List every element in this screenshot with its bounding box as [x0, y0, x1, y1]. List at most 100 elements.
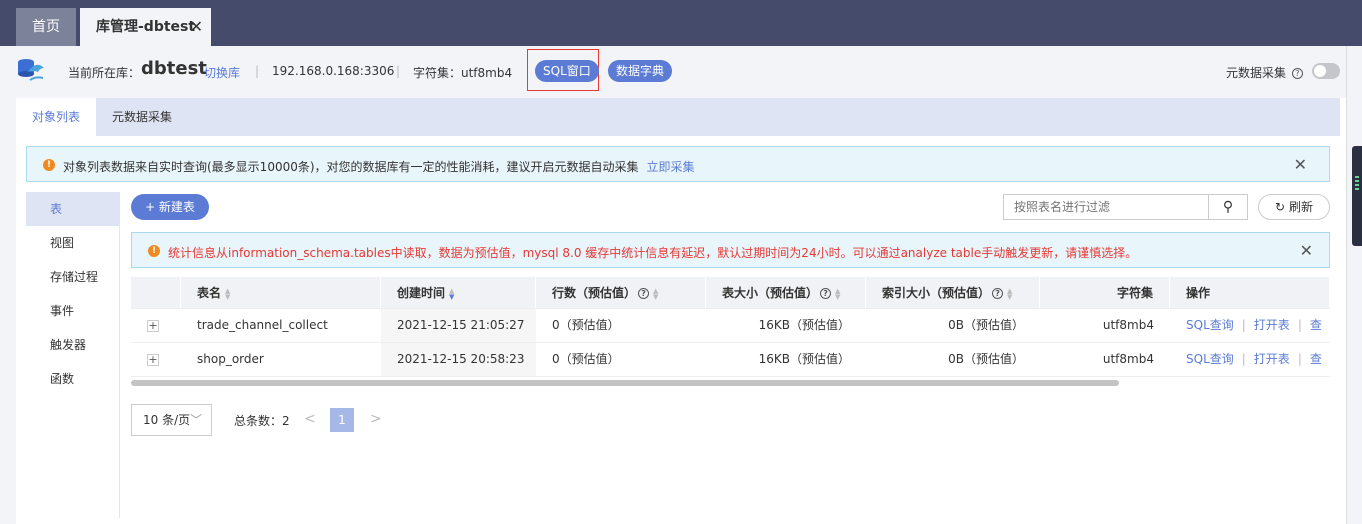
data-dictionary-button[interactable]: 数据字典: [608, 60, 673, 82]
tab-home[interactable]: 首页: [16, 8, 76, 46]
sql-query-link[interactable]: SQL查询: [1186, 352, 1234, 366]
sort-icon[interactable]: ▲ ▼: [1007, 287, 1012, 300]
new-table-button[interactable]: + 新建表: [131, 194, 209, 220]
cell-rows: 0（预估值）: [552, 352, 620, 366]
header-charset: 字符集: [1040, 277, 1170, 308]
view-link[interactable]: 查: [1310, 352, 1322, 366]
search-icon[interactable]: ⚲: [1208, 194, 1248, 220]
notice-message: 对象列表数据来自实时查询(最多显示10000条)，对您的数据库有一定的性能消耗，…: [63, 160, 639, 174]
close-icon[interactable]: ✕: [1294, 155, 1307, 174]
chevron-left-icon[interactable]: <: [304, 411, 316, 427]
sidebar-item-procedure[interactable]: 存储过程: [26, 260, 120, 294]
header-name[interactable]: 表名 ▲ ▼: [181, 277, 381, 308]
statistics-notice-text: 统计信息从information_schema.tables中读取，数据为预估值…: [168, 246, 1138, 260]
statistics-notice: ! 统计信息从information_schema.tables中读取，数据为预…: [131, 232, 1330, 268]
cell-index-size: 0B（预估值）: [948, 352, 1024, 366]
database-dolphin-icon: [18, 59, 44, 81]
header-actions: 操作: [1170, 277, 1330, 308]
table-row: + trade_channel_collect 2021-12-15 21:05…: [131, 309, 1330, 343]
header-rows-label: 行数（预估值）: [552, 286, 637, 300]
notice-text: 对象列表数据来自实时查询(最多显示10000条)，对您的数据库有一定的性能消耗，…: [63, 158, 695, 175]
expand-icon[interactable]: +: [147, 354, 159, 366]
open-table-link[interactable]: 打开表: [1254, 318, 1290, 332]
table-list: 表名 ▲ ▼ 创建时间 ▲ ▼ 行数（预估值）? ▲ ▼ 表大小（预估值）? ▲ ▼ 索引大小（…: [131, 277, 1330, 377]
sql-window-button[interactable]: SQL窗口: [535, 60, 599, 82]
close-icon[interactable]: ✕: [190, 8, 203, 46]
sidebar-item-event[interactable]: 事件: [26, 294, 120, 328]
tab-meta-collect[interactable]: 元数据采集: [96, 98, 188, 136]
tab-db-management[interactable]: 库管理-dbtest ✕: [80, 8, 211, 46]
grip-mark: [1355, 176, 1359, 178]
help-icon[interactable]: ?: [820, 288, 832, 299]
sidebar-item-trigger[interactable]: 触发器: [26, 328, 120, 362]
divider: |: [1241, 352, 1246, 366]
realtime-query-notice: ! 对象列表数据来自实时查询(最多显示10000条)，对您的数据库有一定的性能消…: [26, 146, 1330, 182]
sql-query-link[interactable]: SQL查询: [1186, 318, 1234, 332]
view-link[interactable]: 查: [1310, 318, 1322, 332]
divider: |: [1297, 318, 1302, 332]
grip-mark: [1355, 188, 1359, 190]
sort-icon[interactable]: ▲ ▼: [653, 287, 658, 300]
sidebar-item-view[interactable]: 视图: [26, 226, 120, 260]
expand-icon[interactable]: +: [147, 320, 159, 332]
cell-created: 2021-12-15 21:05:27: [381, 309, 536, 342]
cell-index-size: 0B（预估值）: [948, 318, 1024, 332]
page-size-select[interactable]: 10 条/页﹀: [131, 404, 212, 436]
help-icon[interactable]: ?: [992, 288, 1004, 299]
meta-collect-label: 元数据采集 ?: [1226, 64, 1303, 81]
cell-name: shop_order: [197, 352, 264, 366]
total-count: 总条数：2: [234, 414, 290, 428]
header-index-size-label: 索引大小（预估值）: [882, 286, 991, 300]
warning-icon: !: [43, 159, 55, 171]
sort-icon[interactable]: ▲ ▼: [835, 287, 840, 300]
cell-charset: utf8mb4: [1102, 318, 1154, 332]
header-expand: [131, 277, 181, 308]
db-charset: 字符集：utf8mb4: [413, 66, 513, 80]
header-name-label: 表名: [197, 286, 222, 300]
db-name: dbtest: [141, 58, 207, 79]
refresh-icon: ↻: [1275, 200, 1286, 214]
divider: |: [396, 64, 401, 78]
help-icon[interactable]: ?: [1291, 68, 1303, 79]
sidebar-item-table[interactable]: 表: [26, 192, 120, 226]
refresh-button[interactable]: ↻ 刷新: [1258, 194, 1330, 220]
vertical-scrollbar-thumb[interactable]: [1352, 146, 1362, 246]
toggle-knob: [1314, 65, 1326, 77]
table-header-row: 表名 ▲ ▼ 创建时间 ▲ ▼ 行数（预估值）? ▲ ▼ 表大小（预估值）? ▲ ▼ 索引大小（…: [131, 277, 1330, 309]
header-index-size[interactable]: 索引大小（预估值）? ▲ ▼: [866, 277, 1040, 308]
db-info-bar: 当前所在库： dbtest 切换库 | 192.168.0.168:3306 |…: [0, 46, 1346, 98]
meta-collect-toggle[interactable]: [1312, 63, 1340, 79]
chevron-right-icon[interactable]: >: [370, 411, 382, 427]
header-rows[interactable]: 行数（预估值）? ▲ ▼: [536, 277, 706, 308]
cell-created: 2021-12-15 20:58:23: [381, 343, 536, 376]
divider: |: [1241, 318, 1246, 332]
sidebar-item-function[interactable]: 函数: [26, 362, 120, 396]
tab-object-list[interactable]: 对象列表: [16, 98, 97, 136]
page-size-value: 10 条/页: [143, 413, 191, 427]
expand-cell: +: [147, 343, 181, 376]
switch-db-link[interactable]: 切换库: [204, 64, 240, 81]
sub-tab-bar: 对象列表 元数据采集: [16, 98, 1340, 136]
warning-icon: !: [148, 245, 160, 257]
page-number[interactable]: 1: [330, 408, 354, 432]
close-icon[interactable]: ✕: [1300, 241, 1313, 260]
horizontal-scrollbar[interactable]: [131, 380, 1119, 386]
grip-mark: [1355, 184, 1359, 186]
meta-collect-text: 元数据采集: [1226, 66, 1287, 80]
table-filter-input[interactable]: [1003, 194, 1209, 220]
header-size-label: 表大小（预估值）: [722, 286, 819, 300]
refresh-label: 刷新: [1288, 200, 1313, 214]
open-table-link[interactable]: 打开表: [1254, 352, 1290, 366]
sort-icon[interactable]: ▲ ▼: [449, 287, 454, 300]
top-tab-bar: 首页 库管理-dbtest ✕: [0, 0, 1362, 46]
main-content: 当前所在库： dbtest 切换库 | 192.168.0.168:3306 |…: [0, 46, 1362, 524]
tab-db-management-label: 库管理-dbtest: [96, 19, 196, 35]
cell-rows: 0（预估值）: [552, 318, 620, 332]
expand-cell: +: [147, 309, 181, 342]
cell-charset: utf8mb4: [1102, 352, 1154, 366]
collect-now-link[interactable]: 立即采集: [647, 160, 695, 174]
sort-icon[interactable]: ▲ ▼: [225, 287, 230, 300]
header-created[interactable]: 创建时间 ▲ ▼: [381, 277, 536, 308]
header-size[interactable]: 表大小（预估值）? ▲ ▼: [706, 277, 866, 308]
help-icon[interactable]: ?: [638, 288, 650, 299]
